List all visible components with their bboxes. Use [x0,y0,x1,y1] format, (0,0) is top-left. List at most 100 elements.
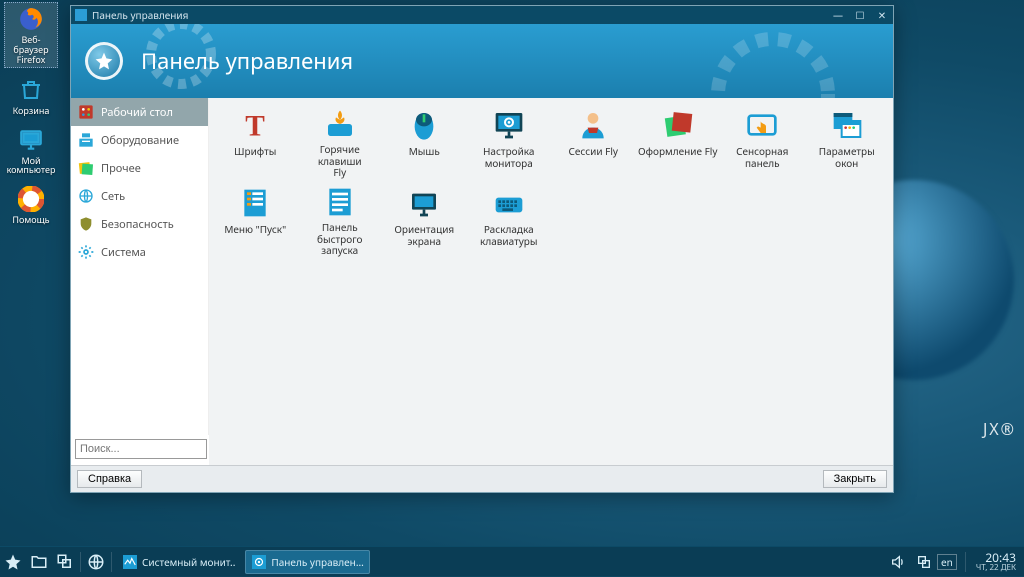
hotkeys-icon [323,108,357,140]
setting-winparams[interactable]: Параметры окон [805,106,890,180]
setting-label: Шрифты [234,146,276,158]
winparams-icon [830,108,864,142]
panel-icon [251,554,267,570]
setting-sessions[interactable]: Сессии Fly [551,106,636,180]
taskbar-task-sysmon[interactable]: Системный монит.. [116,550,241,574]
task-label: Панель управлен... [271,555,363,569]
setting-touch[interactable]: Сенсорнаяпанель [720,106,805,180]
category-hardware[interactable]: Оборудование [71,126,208,154]
desktop-icon [77,103,95,121]
control-panel-window: Панель управления — ☐ ✕ Панель управлени… [70,5,894,493]
header: Панель управления [71,24,893,98]
start-menu-button[interactable] [0,547,26,577]
category-label: Система [101,245,146,260]
windows-overview-button[interactable] [52,547,78,577]
setting-label: Сессии Fly [568,146,618,158]
clock[interactable]: 20:43 ЧТ, 22 ДЕК [968,551,1024,573]
hardware-icon [77,131,95,149]
category-label: Безопасность [101,217,174,232]
category-security[interactable]: Безопасность [71,210,208,238]
close-button[interactable]: Закрыть [823,470,887,488]
sessions-icon [576,108,610,142]
maximize-button[interactable]: ☐ [853,8,867,22]
setting-keyboard[interactable]: Раскладкаклавиатуры [467,184,552,258]
desktop-icon-trash[interactable]: Корзина [4,74,58,118]
setting-label: Настройкамонитора [483,146,534,169]
desktop-icon-label: Веб-браузерFirefox [7,35,55,65]
setting-monitor[interactable]: Настройкамонитора [467,106,552,180]
setting-orientation[interactable]: Ориентацияэкрана [382,184,467,258]
category-sidebar: Рабочий стол Оборудование Прочее Сеть Безопа… [71,98,209,435]
other-icon [77,159,95,177]
trash-icon [17,76,45,104]
gear-decoration-icon [693,24,853,98]
setting-hotkeys[interactable]: Горячие клавишиFly [298,106,383,180]
desktop-icon-label: Корзина [13,106,50,116]
footer: Справка Закрыть [71,465,893,492]
desktop-icon-label: Мойкомпьютер [7,156,56,176]
firefox-icon [17,5,45,33]
category-system[interactable]: Система [71,238,208,266]
desktop-icon-help[interactable]: Помощь [4,183,58,227]
svg-text:T: T [245,111,265,141]
network-icon [77,187,95,205]
category-label: Рабочий стол [101,105,173,120]
language-indicator[interactable]: en [937,554,957,570]
setting-label: Оформление Fly [638,146,717,158]
fonts-icon: T [238,108,272,142]
setting-theme[interactable]: Оформление Fly [636,106,721,180]
minimize-button[interactable]: — [831,8,845,22]
search-row [71,435,209,465]
touch-icon [745,108,779,142]
file-manager-button[interactable] [26,547,52,577]
desktop-icons: Веб-браузерFirefox Корзина Мойкомпьютер Пом… [4,2,58,227]
category-label: Оборудование [101,133,179,148]
gear-decoration-icon [131,24,231,98]
setting-label: Меню "Пуск" [224,224,286,236]
system-icon [77,243,95,261]
desktop-icon-computer[interactable]: Мойкомпьютер [4,124,58,178]
setting-startmenu[interactable]: Меню "Пуск" [213,184,298,258]
setting-label: Горячие клавишиFly [300,144,381,179]
search-input[interactable] [75,439,207,459]
category-label: Сеть [101,189,125,204]
sysmon-icon [122,554,138,570]
clock-date: ЧТ, 22 ДЕК [976,564,1016,573]
security-icon [77,215,95,233]
tray-windows-icon[interactable] [911,547,937,577]
category-other[interactable]: Прочее [71,154,208,182]
taskbar: Системный монит.. Панель управлен... en 2… [0,546,1024,576]
setting-quicklaunch[interactable]: Панель быстрогозапуска [298,184,383,258]
setting-fonts[interactable]: T Шрифты [213,106,298,180]
category-label: Прочее [101,161,141,176]
setting-label: Панель быстрогозапуска [300,222,381,257]
settings-grid: T Шрифты Горячие клавишиFly Мышь Настройкамо… [209,98,893,465]
category-desktop[interactable]: Рабочий стол [71,98,208,126]
computer-icon [17,126,45,154]
setting-label: Сенсорнаяпанель [736,146,788,169]
help-button[interactable]: Справка [77,470,142,488]
window-title: Панель управления [92,8,188,22]
wallpaper-brand: JX® [983,418,1016,440]
setting-label: Параметры окон [807,146,888,169]
monitor-icon [492,108,526,142]
setting-label: Мышь [409,146,440,158]
volume-icon[interactable] [885,547,911,577]
titlebar[interactable]: Панель управления — ☐ ✕ [71,6,893,24]
app-icon [75,9,87,21]
startmenu-icon [238,186,272,220]
help-icon [17,185,45,213]
star-badge-icon [85,42,123,80]
setting-label: Раскладкаклавиатуры [480,224,537,247]
category-network[interactable]: Сеть [71,182,208,210]
quicklaunch-icon [323,186,357,218]
setting-mouse[interactable]: Мышь [382,106,467,180]
desktop-icon-label: Помощь [12,215,49,225]
close-window-button[interactable]: ✕ [875,8,889,22]
taskbar-task-panel[interactable]: Панель управлен... [245,550,369,574]
browser-launcher-button[interactable] [83,547,109,577]
desktop-icon-firefox[interactable]: Веб-браузерFirefox [4,2,58,68]
keyboard-icon [492,186,526,220]
setting-label: Ориентацияэкрана [394,224,454,247]
task-label: Системный монит.. [142,555,235,569]
